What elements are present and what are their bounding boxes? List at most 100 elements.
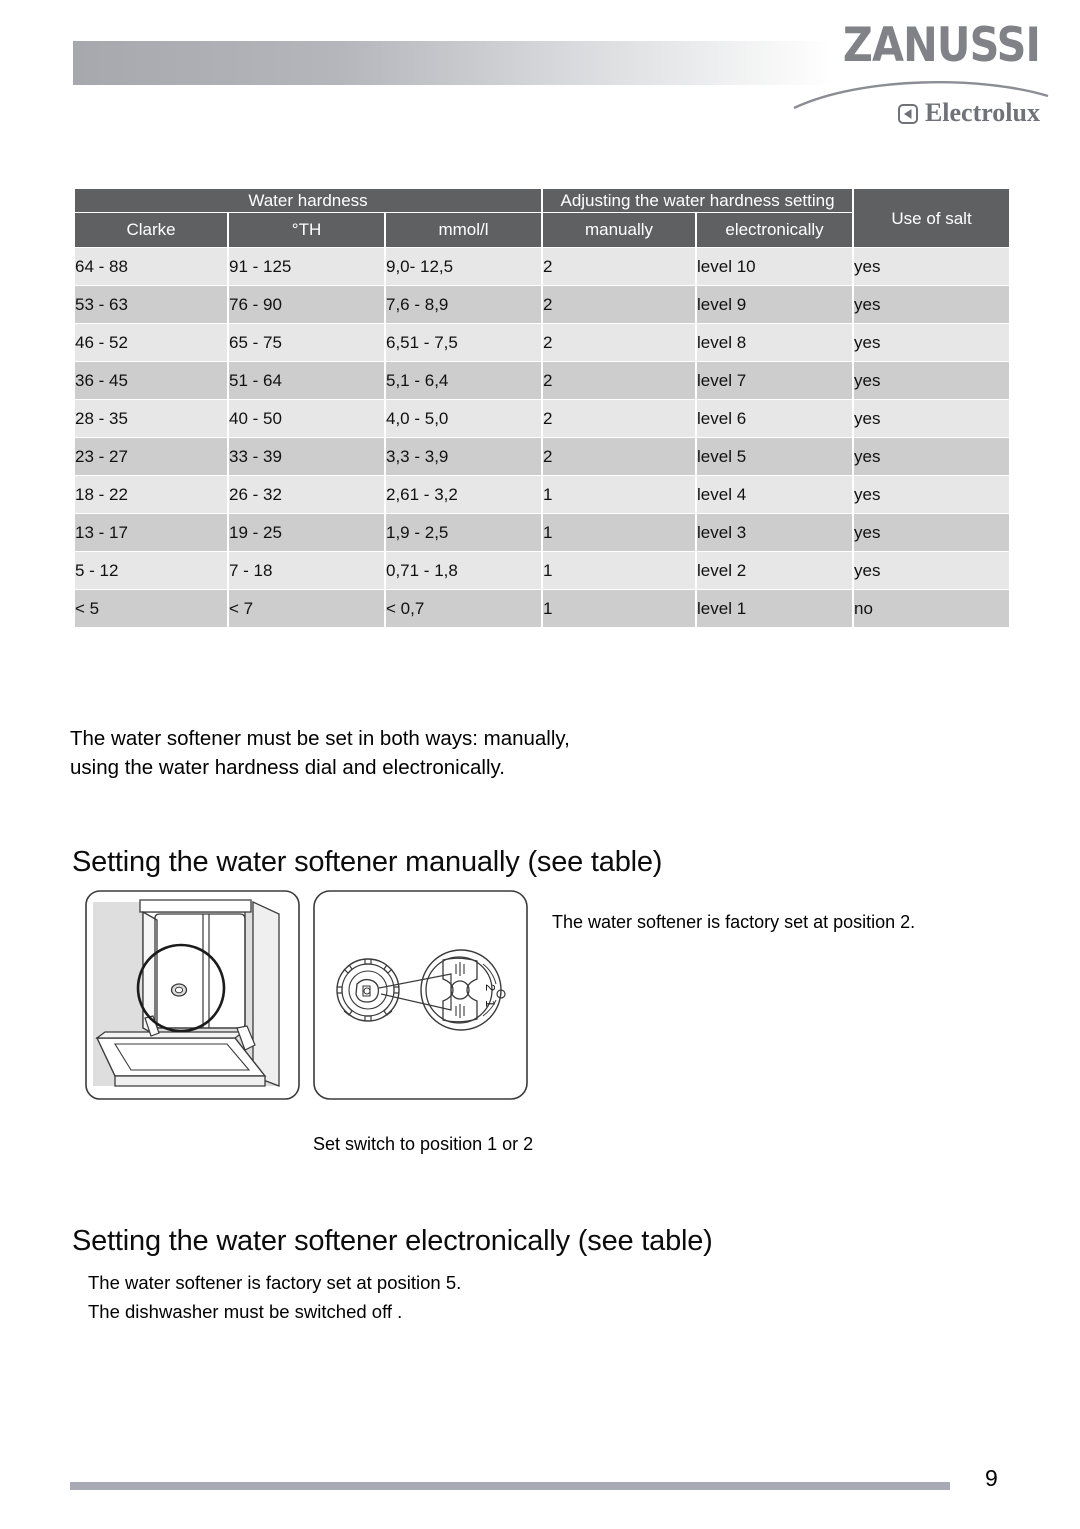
table-row: 18 - 22 26 - 32 2,61 - 3,2 1 level 4 yes — [75, 476, 1010, 514]
electrolux-text: Electrolux — [924, 98, 1040, 127]
cell-clarke: 36 - 45 — [75, 362, 227, 400]
cell-th: 91 - 125 — [229, 248, 384, 286]
caption-set-switch: Set switch to position 1 or 2 — [313, 1134, 534, 1154]
column-header-clarke: Clarke — [75, 213, 227, 248]
cell-manually: 1 — [543, 476, 696, 514]
table-head: Water hardness Adjusting the water hardn… — [75, 189, 1010, 248]
cell-electronically: level 5 — [697, 438, 853, 476]
cell-salt: yes — [854, 286, 1010, 324]
footer-rule — [70, 1482, 950, 1490]
column-header-th: °TH — [229, 213, 384, 248]
cell-mmol: 3,3 - 3,9 — [386, 438, 542, 476]
table-row: 23 - 27 33 - 39 3,3 - 3,9 2 level 5 yes — [75, 438, 1010, 476]
cell-mmol: 5,1 - 6,4 — [386, 362, 542, 400]
column-header-manually: manually — [543, 213, 696, 248]
cell-mmol: 4,0 - 5,0 — [386, 400, 542, 438]
dial-mark-2: 2 — [483, 984, 498, 991]
cell-th: 65 - 75 — [229, 324, 384, 362]
zanussi-wordmark: ZANUSSI — [842, 18, 1041, 73]
factory-position-2-text: The water softener is factory set at pos… — [552, 912, 916, 932]
cell-th: 51 - 64 — [229, 362, 384, 400]
cell-manually: 2 — [543, 324, 696, 362]
cell-electronically: level 1 — [697, 590, 853, 628]
electrolux-wordmark: Electrolux — [897, 98, 1040, 129]
group-header-adjusting-setting: Adjusting the water hardness setting — [543, 189, 853, 213]
cell-th: 26 - 32 — [229, 476, 384, 514]
cell-manually: 1 — [543, 590, 696, 628]
cell-clarke: 23 - 27 — [75, 438, 227, 476]
cell-th: 76 - 90 — [229, 286, 384, 324]
cell-electronically: level 6 — [697, 400, 853, 438]
cell-th: 7 - 18 — [229, 552, 384, 590]
cell-clarke: 18 - 22 — [75, 476, 227, 514]
cell-electronically: level 4 — [697, 476, 853, 514]
dial-detail-illustration: 2 1 — [313, 890, 528, 1105]
electrolux-triangle-icon — [897, 103, 918, 129]
cell-th: 40 - 50 — [229, 400, 384, 438]
cell-th: 19 - 25 — [229, 514, 384, 552]
water-hardness-table-container: Water hardness Adjusting the water hardn… — [73, 188, 1010, 628]
column-header-mmol: mmol/l — [386, 213, 542, 248]
table-row: 13 - 17 19 - 25 1,9 - 2,5 1 level 3 yes — [75, 514, 1010, 552]
cell-clarke: 64 - 88 — [75, 248, 227, 286]
intro-paragraph: The water softener must be set in both w… — [70, 726, 570, 779]
cell-manually: 2 — [543, 362, 696, 400]
cell-manually: 2 — [543, 248, 696, 286]
cell-mmol: 6,51 - 7,5 — [386, 324, 542, 362]
brand-logo: ZANUSSI Electrolux — [792, 22, 1052, 137]
group-header-use-of-salt: Use of salt — [854, 189, 1010, 248]
cell-manually: 2 — [543, 400, 696, 438]
column-header-electronically: electronically — [697, 213, 853, 248]
electronic-line-1: The water softener is factory set at pos… — [88, 1272, 462, 1293]
cell-mmol: 9,0- 12,5 — [386, 248, 542, 286]
cell-clarke: 28 - 35 — [75, 400, 227, 438]
cell-manually: 2 — [543, 438, 696, 476]
cell-electronically: level 8 — [697, 324, 853, 362]
cell-th: 33 - 39 — [229, 438, 384, 476]
cell-clarke: 5 - 12 — [75, 552, 227, 590]
cell-manually: 2 — [543, 286, 696, 324]
cell-salt: yes — [854, 400, 1010, 438]
cell-electronically: level 7 — [697, 362, 853, 400]
cell-salt: yes — [854, 552, 1010, 590]
header-gradient-bar — [73, 41, 833, 85]
cell-mmol: 1,9 - 2,5 — [386, 514, 542, 552]
table-row: 64 - 88 91 - 125 9,0- 12,5 2 level 10 ye… — [75, 248, 1010, 286]
heading-setting-manually: Setting the water softener manually (see… — [72, 846, 663, 879]
table-row: 28 - 35 40 - 50 4,0 - 5,0 2 level 6 yes — [75, 400, 1010, 438]
cell-electronically: level 9 — [697, 286, 853, 324]
dishwasher-illustration — [85, 890, 300, 1105]
page-number: 9 — [985, 1465, 998, 1491]
table-row: 46 - 52 65 - 75 6,51 - 7,5 2 level 8 yes — [75, 324, 1010, 362]
cell-salt: yes — [854, 514, 1010, 552]
heading-setting-electronically: Setting the water softener electronicall… — [72, 1225, 713, 1258]
cell-manually: 1 — [543, 514, 696, 552]
table-row: 5 - 12 7 - 18 0,71 - 1,8 1 level 2 yes — [75, 552, 1010, 590]
table-row: 36 - 45 51 - 64 5,1 - 6,4 2 level 7 yes — [75, 362, 1010, 400]
cell-electronically: level 10 — [697, 248, 853, 286]
cell-mmol: 7,6 - 8,9 — [386, 286, 542, 324]
cell-electronically: level 2 — [697, 552, 853, 590]
cell-salt: yes — [854, 248, 1010, 286]
cell-clarke: < 5 — [75, 590, 227, 628]
electronic-line-2: The dishwasher must be switched off . — [88, 1301, 403, 1323]
cell-clarke: 46 - 52 — [75, 324, 227, 362]
cell-mmol: 0,71 - 1,8 — [386, 552, 542, 590]
table-group-header-row: Water hardness Adjusting the water hardn… — [75, 189, 1010, 248]
page-header: ZANUSSI Electrolux — [0, 0, 1080, 150]
cell-salt: yes — [854, 438, 1010, 476]
cell-salt: yes — [854, 476, 1010, 514]
cell-clarke: 13 - 17 — [75, 514, 227, 552]
table-row: < 5 < 7 < 0,7 1 level 1 no — [75, 590, 1010, 628]
cell-salt: no — [854, 590, 1010, 628]
cell-salt: yes — [854, 324, 1010, 362]
table-body: 64 - 88 91 - 125 9,0- 12,5 2 level 10 ye… — [75, 248, 1010, 628]
cell-mmol: < 0,7 — [386, 590, 542, 628]
cell-clarke: 53 - 63 — [75, 286, 227, 324]
electronic-instructions: The water softener is factory set at pos… — [88, 1268, 688, 1326]
water-hardness-table: Water hardness Adjusting the water hardn… — [73, 188, 1011, 628]
group-header-water-hardness: Water hardness — [75, 189, 542, 213]
cell-mmol: 2,61 - 3,2 — [386, 476, 542, 514]
cell-manually: 1 — [543, 552, 696, 590]
cell-th: < 7 — [229, 590, 384, 628]
